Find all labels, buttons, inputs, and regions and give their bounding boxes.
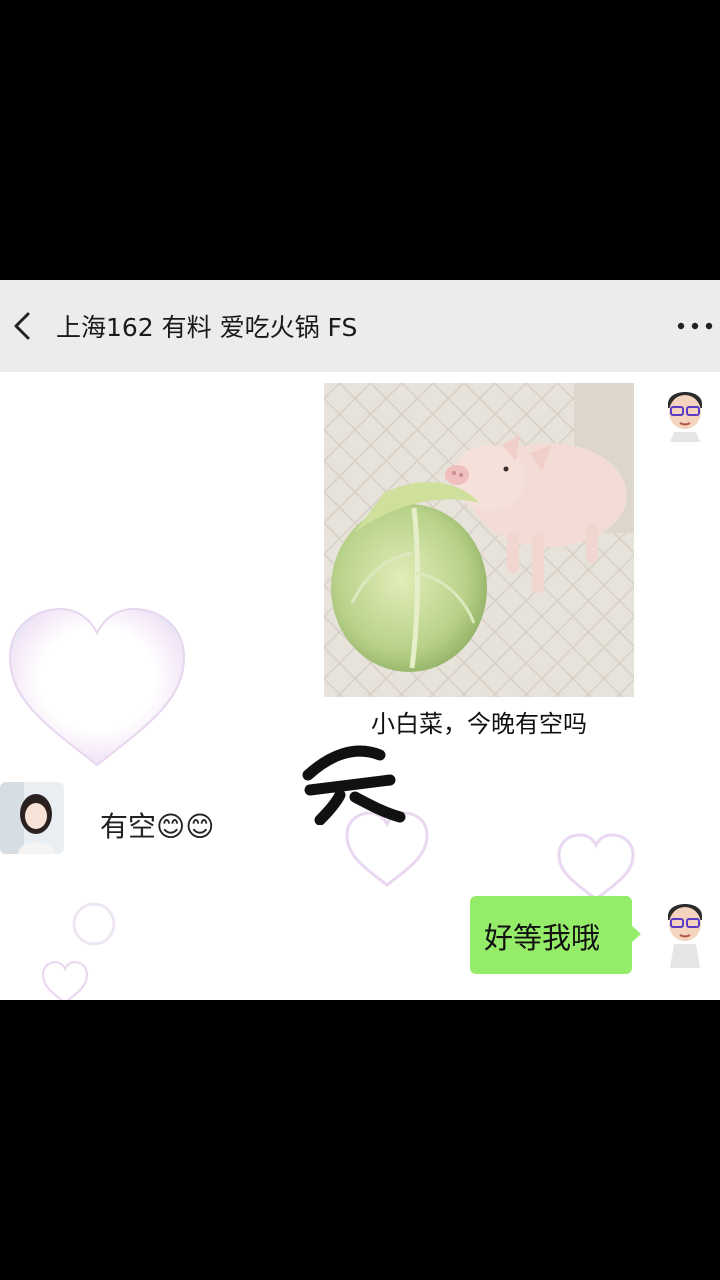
decorative-heart-bubble [8,607,186,767]
calligraphy-sticker [302,745,406,825]
decorative-heart-bubble [557,833,635,901]
received-message-text: 有空😊😊 [100,810,215,843]
my-avatar[interactable] [660,382,710,442]
contact-avatar[interactable] [0,782,64,854]
piglet-cabbage-image [324,383,634,697]
chat-header: 上海162 有料 爱吃火锅 FS [0,280,720,372]
sent-image-message[interactable] [324,383,634,697]
cartoon-man-avatar-icon [660,894,710,968]
sent-message-bubble[interactable]: 好等我哦 [470,896,632,974]
sent-message-text: 好等我哦 [484,921,601,955]
chevron-left-icon[interactable] [6,306,46,346]
decorative-bubble [72,902,116,946]
more-horizontal-icon[interactable] [676,314,714,338]
cartoon-man-avatar-icon [660,382,710,442]
my-avatar[interactable] [660,894,710,968]
bubble-tail [632,926,641,942]
chat-window: 上海162 有料 爱吃火锅 FS 小白菜，今晚有空吗 有空😊😊 好等我哦 [0,280,720,1000]
girl-photo-avatar-icon [0,782,64,854]
decorative-heart-bubble [41,961,89,1000]
chat-title: 上海162 有料 爱吃火锅 FS [56,313,358,342]
